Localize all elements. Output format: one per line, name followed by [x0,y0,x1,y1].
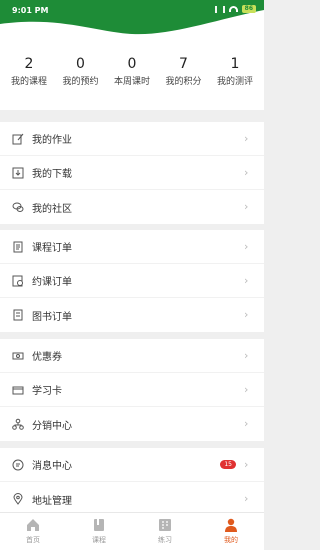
stats-bar: 2 我的课程 0 我的预约 0 本周课时 7 我的积分 1 我的测评 [0,36,264,110]
tab-label: 我的 [224,536,238,544]
stat-value: 0 [76,56,85,72]
menu-item-label: 地址管理 [32,495,72,507]
menu-item-course-orders[interactable]: 课程订单 › [0,230,264,264]
menu-item-label: 消息中心 [32,461,72,472]
study-card-icon [12,384,24,396]
menu-item-book-orders[interactable]: 图书订单 › [0,298,264,332]
status-time: 9:01 PM [12,6,49,15]
download-icon [12,167,24,179]
menu-item-label: 图书订单 [32,311,72,323]
unread-badge: 15 [220,460,236,469]
tab-practice[interactable]: 练习 [132,513,198,550]
tab-courses[interactable]: 课程 [66,513,132,550]
stat-label: 我的课程 [10,77,47,87]
wifi-icon [228,6,238,12]
tab-home[interactable]: 首页 [0,513,66,550]
status-bar: 9:01 PM 86 [0,0,264,40]
stat-value: 7 [179,56,188,72]
tab-label: 练习 [158,536,172,544]
chevron-right-icon: › [244,165,249,179]
menu-item-label: 学习卡 [32,386,62,397]
menu-item-label: 我的社区 [32,203,72,215]
menu-item-downloads[interactable]: 我的下载 › [0,156,264,190]
edit-icon [12,133,24,145]
menu-item-label: 分销中心 [32,420,72,432]
book-order-icon [12,309,24,321]
stat-label: 我的积分 [165,77,202,87]
menu-item-distribution-center[interactable]: 分销中心 › [0,407,264,441]
stat-value: 0 [127,56,137,72]
menu-item-label: 我的下载 [32,169,72,180]
chevron-right-icon: › [244,457,249,471]
stat-label: 本周课时 [113,77,150,87]
menu-group-orders: 课程订单 › 约课订单 › 图书订单 › [0,230,264,332]
stat-my-points[interactable]: 7 我的积分 [159,56,209,110]
stat-label: 我的测评 [216,77,253,87]
chevron-right-icon: › [244,239,249,253]
course-icon [94,519,104,531]
menu-item-label: 优惠券 [32,352,62,363]
stat-weekly-hours[interactable]: 0 本周课时 [107,56,157,110]
menu-item-address-management[interactable]: 地址管理 › [0,482,264,516]
menu-item-community[interactable]: 我的社区 › [0,190,264,224]
tab-label: 课程 [92,536,106,544]
location-icon [12,493,24,505]
chevron-right-icon: › [244,417,249,430]
home-icon [27,519,39,531]
chevron-right-icon: › [244,348,249,362]
menu-item-message-center[interactable]: 消息中心 15 › [0,448,264,482]
menu-item-label: 课程订单 [32,243,72,254]
appointment-order-icon [12,275,24,287]
stat-value: 2 [24,56,34,72]
stat-my-courses[interactable]: 2 我的课程 [4,56,54,110]
practice-icon [159,519,171,531]
course-order-icon [12,241,24,253]
chevron-right-icon: › [244,382,249,396]
community-icon [12,201,24,213]
stat-my-appointments[interactable]: 0 我的预约 [56,56,106,110]
menu-item-study-card[interactable]: 学习卡 › [0,373,264,407]
menu-group-activities: 我的作业 › 我的下载 › 我的社区 › [0,122,264,224]
battery-icon: 86 [241,5,256,13]
menu-item-label: 我的作业 [32,135,72,146]
message-icon [12,459,24,471]
bottom-tab-bar: 首页 课程 练习 我的 [0,512,264,550]
chevron-right-icon: › [244,492,249,505]
chevron-right-icon: › [244,200,249,213]
chevron-right-icon: › [244,273,249,287]
menu-item-homework[interactable]: 我的作业 › [0,122,264,156]
menu-item-appointment-orders[interactable]: 约课订单 › [0,264,264,298]
tab-label: 首页 [26,536,40,544]
menu-group-benefits: 优惠券 › 学习卡 › 分销中心 › [0,339,264,441]
stat-value: 1 [230,56,240,72]
status-icons: 86 [214,5,256,13]
stat-label: 我的预约 [62,77,99,87]
menu-item-label: 约课订单 [32,277,72,288]
chevron-right-icon: › [244,308,249,321]
coupon-icon [12,350,24,362]
tab-profile[interactable]: 我的 [198,513,264,550]
menu-group-account: 消息中心 15 › 地址管理 › [0,448,264,516]
chevron-right-icon: › [244,131,249,145]
profile-icon [225,518,237,532]
menu-item-coupons[interactable]: 优惠券 › [0,339,264,373]
signal-icon [214,5,225,13]
stat-my-assessments[interactable]: 1 我的测评 [210,56,260,110]
distribution-icon [12,418,24,430]
